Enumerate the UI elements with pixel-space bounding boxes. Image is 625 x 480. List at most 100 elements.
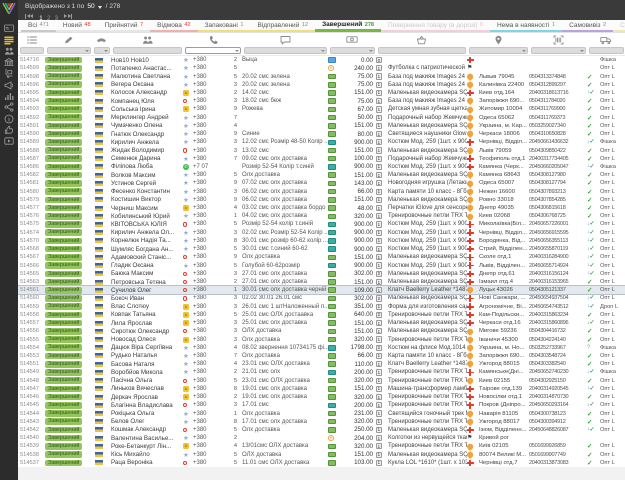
tab-2[interactable]: Прийнятий 7 bbox=[98, 20, 151, 32]
sidebar-item-clients-icon[interactable] bbox=[3, 46, 15, 56]
sidebar-item-support-icon[interactable] bbox=[3, 125, 15, 135]
table-row[interactable]: 514594 Завершений Компанец Юля +380 3 18… bbox=[18, 97, 625, 105]
chevron-down-icon[interactable] bbox=[369, 50, 373, 52]
table-row[interactable]: 514548 Завершений Пасічна Ольга +380 5 2… bbox=[18, 377, 625, 385]
sidebar-item-video-tutorials-icon[interactable] bbox=[3, 136, 15, 146]
table-row[interactable]: 514591 Завершений Чумаченко Олена ★ +380… bbox=[18, 122, 625, 130]
table-row[interactable]: 514538 Завершений Кісь Михайло ★ +380 5 … bbox=[18, 451, 625, 459]
table-row[interactable]: 514596 Завершений Вегера Оксана ★ +380 3… bbox=[18, 81, 625, 89]
table-row[interactable]: 514716 Завершений Нов10 Нов10 ★ +380 2 В… bbox=[18, 56, 625, 64]
table-row[interactable]: 514577 Завершений Черниш Максим lc +380 … bbox=[18, 204, 625, 212]
tab-10[interactable]: Сервіси 0 bbox=[613, 20, 625, 32]
column-header-scan-icon[interactable] bbox=[529, 35, 587, 45]
table-row[interactable]: 514557 Завершений Лила Ярослав lc +380 3… bbox=[18, 319, 625, 327]
chevron-down-icon[interactable] bbox=[580, 50, 584, 52]
table-row[interactable]: 514560 Завершений Бокоч Иван +380 3 02.0… bbox=[18, 294, 625, 302]
column-filter-input[interactable] bbox=[113, 47, 182, 54]
column-filter-input[interactable] bbox=[244, 47, 327, 54]
sidebar-item-info-icon[interactable] bbox=[3, 114, 15, 124]
table-row[interactable]: 514580 Завершений Фесенко Константин ★ +… bbox=[18, 188, 625, 196]
table-row[interactable]: 514574 Завершений Кирилич Анжела Ол... ★… bbox=[18, 229, 625, 237]
column-header-people-icon[interactable] bbox=[111, 35, 183, 45]
column-header-banknote-icon[interactable] bbox=[328, 34, 376, 45]
table-row[interactable]: 514589 Завершений Кирилич Анжела ★ +380 … bbox=[18, 138, 625, 146]
table-row[interactable]: 514579 Завершений Костишин Виктор ★ +380… bbox=[18, 196, 625, 204]
table-row[interactable]: 514566 Завершений Гладик Оксана ★ +380 5… bbox=[18, 261, 625, 269]
table-row[interactable]: 514576 Завершений Кобилинський Юрий ★ +3… bbox=[18, 212, 625, 220]
table-row[interactable]: 514575 Завершений КВІТОВСЬКА ЮЛІЯ +380 5… bbox=[18, 220, 625, 228]
column-filter-input[interactable] bbox=[378, 47, 466, 54]
tab-1[interactable]: Новий 48 bbox=[56, 20, 98, 32]
column-header-basket-icon[interactable] bbox=[376, 35, 467, 45]
first-page-button[interactable] bbox=[25, 14, 33, 19]
last-page-button[interactable] bbox=[64, 14, 72, 19]
table-row[interactable]: 514556 Завершений Сиротюк Олександр +380… bbox=[18, 327, 625, 335]
tab-4[interactable]: Запаковані 1 bbox=[198, 20, 251, 32]
table-row[interactable]: 514593 Завершений Сольська Ірина lc +380… bbox=[18, 105, 625, 113]
table-row[interactable]: 514554 Завершений Дацюк Віра Сергіївна ★… bbox=[18, 344, 625, 352]
chevron-down-icon[interactable] bbox=[321, 50, 325, 52]
table-row[interactable]: 514547 Завершений Линьков Вячеслав lc +3… bbox=[18, 385, 625, 393]
table-row[interactable]: 514553 Завершений Рудько Наталья ★ +380 … bbox=[18, 352, 625, 360]
sidebar-item-integrations-icon[interactable] bbox=[3, 102, 15, 112]
table-row[interactable]: 514567 Завершений Адамовский Станіс... +… bbox=[18, 253, 625, 261]
table-row[interactable]: 514544 Завершений Рокіцька Ольга ★ +380 … bbox=[18, 409, 625, 417]
table-row[interactable]: 514598 Завершений Малютина Светлана ★ +3… bbox=[18, 72, 625, 80]
column-filter-input[interactable] bbox=[589, 47, 624, 54]
table-row[interactable]: 514545 Завершений Благінна Владислава +3… bbox=[18, 401, 625, 409]
sidebar-item-id-card-icon[interactable] bbox=[3, 23, 15, 33]
sidebar-item-megaphone-icon[interactable] bbox=[3, 80, 15, 90]
table-row[interactable]: 514581 Завершений Устинов Сергей ★ +380 … bbox=[18, 179, 625, 187]
column-header-speech-bubble-icon[interactable] bbox=[242, 35, 328, 45]
table-row[interactable]: 514588 Завершений Жидак Володимир +380 3… bbox=[18, 146, 625, 154]
column-filter-input[interactable] bbox=[330, 47, 375, 54]
tab-7[interactable]: Повернення товару (в дорозі) 0 bbox=[381, 20, 490, 32]
chevron-down-icon[interactable] bbox=[235, 50, 239, 52]
column-filter-input[interactable] bbox=[94, 47, 110, 54]
sidebar-item-orders-list-icon[interactable] bbox=[3, 35, 15, 45]
table-row[interactable]: 514542 Завершений Кошмак Александр +380 … bbox=[18, 426, 625, 434]
table-row[interactable]: 514599 Завершений Потапенко Анастас... ★… bbox=[18, 64, 625, 72]
column-header-phone-icon[interactable] bbox=[183, 35, 242, 45]
table-row[interactable]: 514586 Завершений Філіпова Люба ✆ +7 07 … bbox=[18, 163, 625, 171]
table-row[interactable]: 514559 Завершений Влас Слотюу lc +380 3 … bbox=[18, 303, 625, 311]
tab-5[interactable]: Відправлений 12 bbox=[250, 20, 315, 32]
column-filter-input[interactable] bbox=[469, 47, 528, 54]
tab-6[interactable]: Завершений 278 bbox=[315, 20, 381, 32]
table-row[interactable]: 514570 Завершений Корнелюк Надія Та... ★… bbox=[18, 237, 625, 245]
column-header-truck-icon[interactable] bbox=[587, 35, 625, 45]
tab-3[interactable]: Відмова 42 bbox=[150, 20, 197, 32]
table-row[interactable]: 514539 Завершений Роке-Бетанкурт Лін... … bbox=[18, 442, 625, 450]
chevron-down-icon[interactable] bbox=[104, 50, 108, 52]
sidebar-item-bank-icon[interactable] bbox=[3, 57, 15, 67]
table-row[interactable]: 514540 Завершений Валентина Василье... ★… bbox=[18, 434, 625, 442]
table-row[interactable]: 514592 Завершений Мерклингер Андрей ★ +3… bbox=[18, 114, 625, 122]
table-row[interactable]: 514568 Завершений Шумляс Богдана Ан... ★… bbox=[18, 245, 625, 253]
table-row[interactable]: 514546 Завершений Деркач Ярослав lc +380… bbox=[18, 393, 625, 401]
chevron-down-icon[interactable] bbox=[522, 50, 526, 52]
table-row[interactable]: 514558 Завершений Ковпак Татьяна lc +380… bbox=[18, 311, 625, 319]
chevron-down-icon[interactable] bbox=[85, 50, 89, 52]
tab-9[interactable]: Самовивіз 2 bbox=[562, 20, 613, 32]
table-row[interactable]: 514565 Завершений Баюка Максим +380 3 27… bbox=[18, 270, 625, 278]
column-filter-input[interactable] bbox=[531, 47, 586, 54]
table-row[interactable]: 514549 Завершений Воробйов Микола ★ +380… bbox=[18, 368, 625, 376]
chevron-down-icon[interactable] bbox=[98, 6, 102, 9]
tab-0[interactable]: Всі 471 bbox=[21, 20, 56, 32]
column-header-edit-icon[interactable] bbox=[45, 35, 92, 45]
column-header-handset-icon[interactable] bbox=[92, 36, 111, 44]
table-row[interactable]: 514587 Завершений Семенюк Дарина ★ +380 … bbox=[18, 155, 625, 163]
table-row[interactable]: 514555 Завершений Новосад Олеся lc +380 … bbox=[18, 335, 625, 343]
column-filter-input[interactable] bbox=[47, 47, 91, 54]
table-row[interactable]: 514582 Завершений Волков Максим ★ +380 5… bbox=[18, 171, 625, 179]
table-row[interactable]: 514563 Завершений Петровська Тетяна +380… bbox=[18, 278, 625, 286]
table-row[interactable]: 514537 Завершений Раца Вероніка +380 5 1… bbox=[18, 459, 625, 467]
sidebar-item-statistics-icon[interactable] bbox=[3, 91, 15, 101]
tab-8[interactable]: Нема в наявності 1 bbox=[490, 20, 562, 32]
table-row[interactable]: 514590 Завершений Гнатюк Олександр ★ +38… bbox=[18, 130, 625, 138]
sidebar-item-hand-truck-icon[interactable] bbox=[3, 68, 15, 78]
table-row[interactable]: 514543 Завершений Белов Олег ★ +380 8 17… bbox=[18, 418, 625, 426]
table-row[interactable]: 514551 Завершений Басова Наталя ★ +380 4… bbox=[18, 360, 625, 368]
table-row[interactable]: 514561 Завершений Сучилов Олег +380 1 30… bbox=[18, 286, 625, 294]
column-header-location-pin-icon[interactable] bbox=[467, 35, 529, 45]
